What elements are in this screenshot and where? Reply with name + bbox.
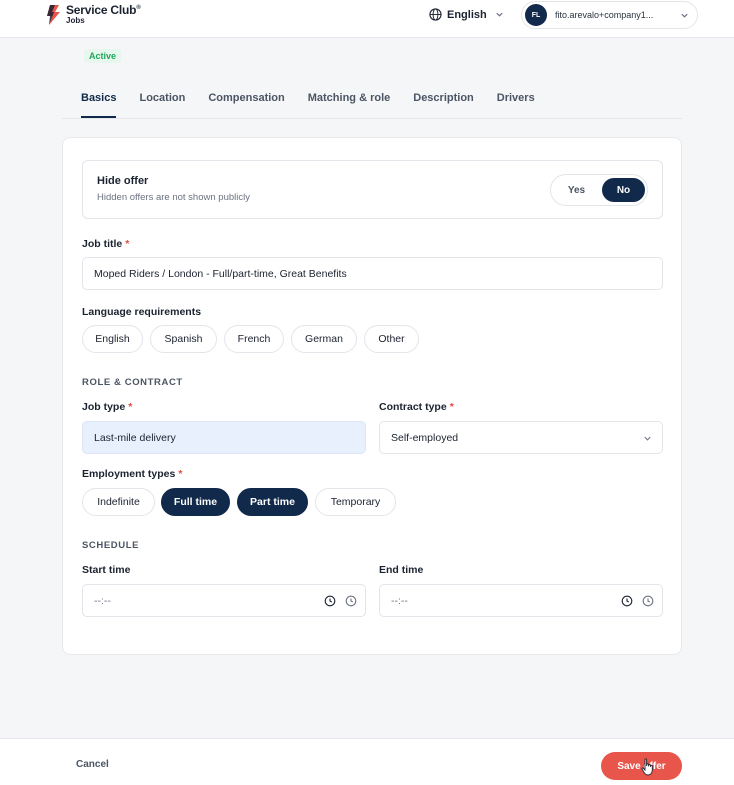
basics-form-card: Hide offer Hidden offers are not shown p…: [62, 137, 682, 655]
start-time-value: --:--: [94, 594, 111, 607]
chevron-down-icon: [644, 436, 651, 441]
clock-icon[interactable]: [642, 595, 654, 607]
hide-offer-description: Hidden offers are not shown publicly: [97, 192, 250, 203]
contract-type-label: Contract type *: [379, 401, 454, 413]
job-title-input[interactable]: Moped Riders / London - Full/part-time, …: [82, 257, 663, 290]
employment-chip-full-time[interactable]: Full time: [161, 488, 230, 516]
schedule-heading: SCHEDULE: [82, 540, 140, 551]
hide-offer-panel: Hide offer Hidden offers are not shown p…: [82, 160, 663, 219]
employment-chip-part-time[interactable]: Part time: [237, 488, 308, 516]
language-chip-french[interactable]: French: [224, 325, 284, 353]
language-label: English: [447, 8, 487, 21]
chevron-down-icon: [496, 12, 503, 17]
end-time-label: End time: [379, 564, 424, 576]
tabs-divider: [62, 118, 682, 119]
chevron-down-icon: [681, 13, 688, 18]
job-type-input[interactable]: Last-mile delivery: [82, 421, 366, 454]
language-requirements-label: Language requirements: [82, 306, 202, 318]
job-type-label: Job type *: [82, 401, 133, 413]
language-chip-spanish[interactable]: Spanish: [150, 325, 217, 353]
language-chip-german[interactable]: German: [291, 325, 357, 353]
employment-types-label: Employment types *: [82, 468, 183, 480]
tab-drivers[interactable]: Drivers: [497, 92, 535, 118]
tab-compensation[interactable]: Compensation: [208, 92, 284, 118]
clear-time-icon[interactable]: [621, 595, 633, 607]
user-menu[interactable]: FL fito.arevalo+company1...: [521, 1, 698, 29]
clear-time-icon[interactable]: [324, 595, 336, 607]
language-selector[interactable]: English: [429, 8, 504, 21]
start-time-label: Start time: [82, 564, 131, 576]
employment-chip-temporary[interactable]: Temporary: [315, 488, 396, 516]
employment-chip-indefinite[interactable]: Indefinite: [82, 488, 155, 516]
form-footer: Cancel Save offer: [0, 738, 734, 785]
brand-subtitle: Jobs: [66, 16, 85, 25]
clock-icon[interactable]: [345, 595, 357, 607]
status-badge: Active: [84, 49, 122, 63]
globe-icon: [429, 8, 442, 21]
start-time-input[interactable]: --:--: [82, 584, 366, 617]
language-chip-other[interactable]: Other: [364, 325, 419, 353]
top-bar: Service Club® Jobs English FL fito.areva…: [0, 0, 734, 38]
tab-basics[interactable]: Basics: [81, 92, 117, 118]
tab-matching-role[interactable]: Matching & role: [308, 92, 391, 118]
job-title-label: Job title *: [82, 238, 130, 250]
contract-type-select[interactable]: Self-employed: [379, 421, 663, 454]
tab-description[interactable]: Description: [413, 92, 474, 118]
bolt-logo-icon: [47, 5, 60, 25]
user-email: fito.arevalo+company1...: [555, 10, 654, 20]
hand-cursor-icon: [641, 758, 653, 776]
language-chip-english[interactable]: English: [82, 325, 143, 353]
avatar: FL: [525, 4, 547, 26]
contract-type-value: Self-employed: [391, 431, 459, 444]
hide-offer-title: Hide offer: [97, 175, 149, 187]
end-time-value: --:--: [391, 594, 408, 607]
brand-title: Service Club®: [66, 3, 141, 17]
hide-offer-yes-button[interactable]: Yes: [555, 178, 598, 202]
tab-bar: Basics Location Compensation Matching & …: [81, 92, 558, 118]
role-contract-heading: ROLE & CONTRACT: [82, 377, 183, 388]
brand-logo[interactable]: Service Club® Jobs: [46, 4, 141, 26]
hide-offer-no-button[interactable]: No: [602, 178, 645, 202]
tab-location[interactable]: Location: [139, 92, 185, 118]
hide-offer-toggle: Yes No: [550, 174, 648, 206]
end-time-input[interactable]: --:--: [379, 584, 663, 617]
cancel-button[interactable]: Cancel: [76, 759, 109, 770]
